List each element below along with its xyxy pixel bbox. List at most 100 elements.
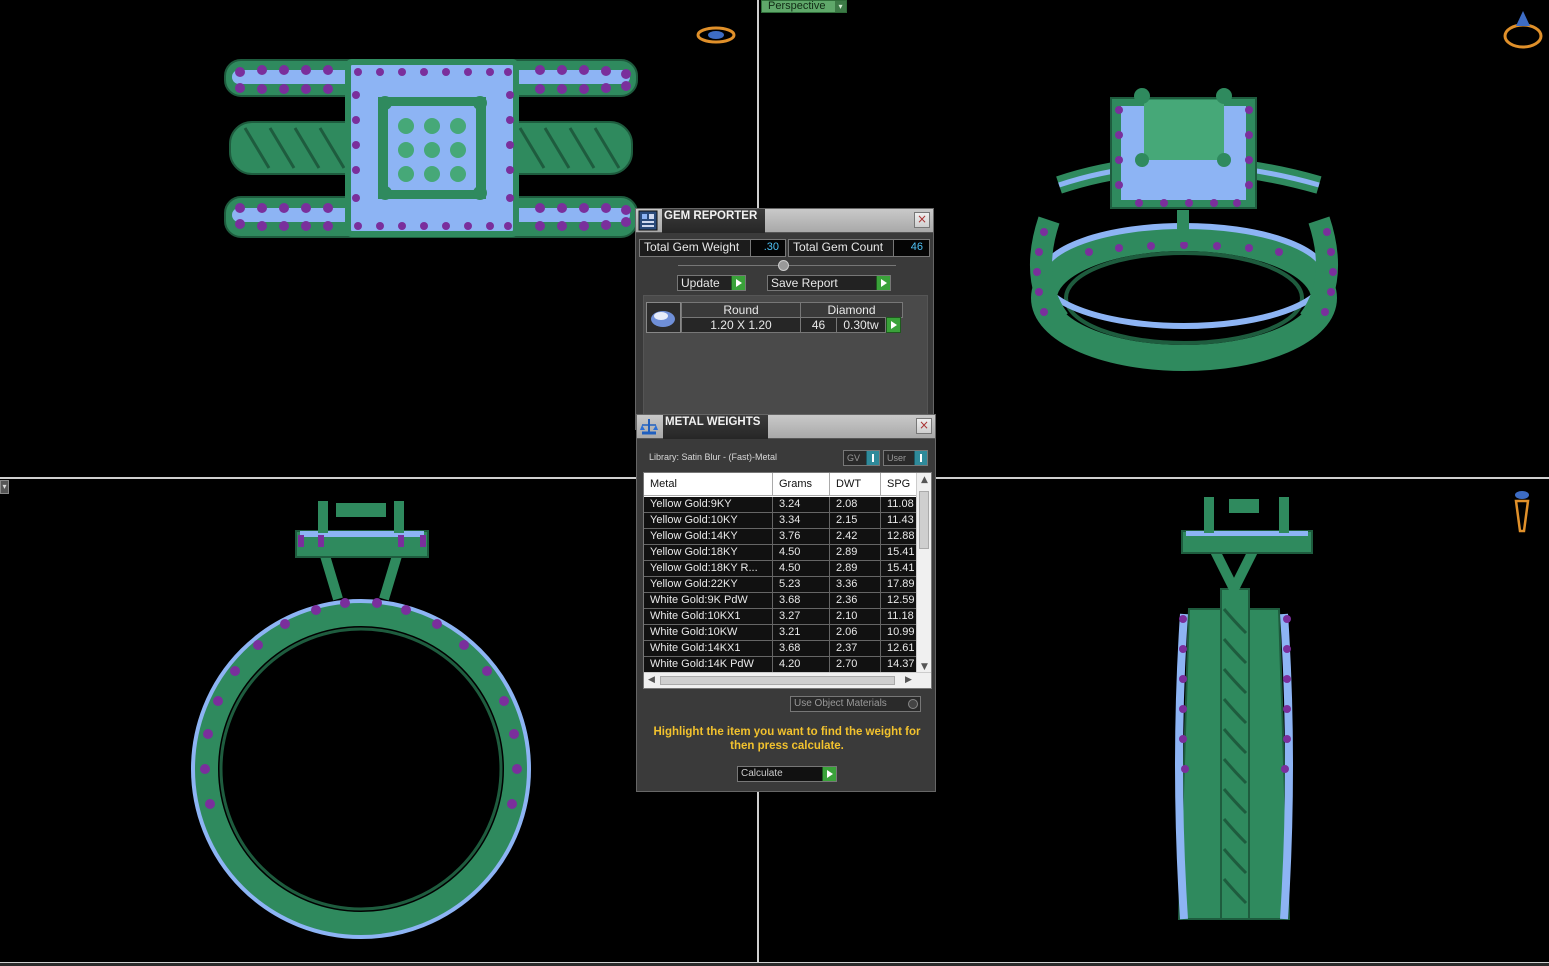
grams-value: 3.34 [773, 513, 830, 529]
grams-value: 3.68 [773, 593, 830, 609]
dwt-value: 2.37 [830, 641, 881, 657]
perspective-viewport-menu[interactable]: Perspective ▾ [761, 0, 847, 13]
metal-name: Yellow Gold:10KY [644, 513, 773, 529]
column-header-metal[interactable]: Metal [644, 473, 773, 496]
gem-list: Round Diamond 1.20 X 1.20 46 0.30tw [643, 295, 928, 425]
metal-name: White Gold:14K PdW [644, 657, 773, 673]
scroll-right-icon[interactable]: ▶ [901, 673, 916, 688]
total-gem-count-value: 46 [893, 239, 930, 257]
user-toggle[interactable]: User [883, 450, 928, 466]
calculate-button[interactable]: Calculate [737, 766, 837, 782]
close-icon[interactable]: × [916, 418, 932, 434]
metal-name: Yellow Gold:18KY [644, 545, 773, 561]
metal-weights-panel: METAL WEIGHTS × Library: Satin Blur - (F… [636, 414, 936, 792]
save-report-label: Save Report [771, 276, 838, 290]
dwt-value: 2.89 [830, 545, 881, 561]
ring-nav-icon[interactable] [1512, 487, 1532, 543]
scroll-thumb[interactable] [660, 676, 895, 685]
metal-name: White Gold:14KX1 [644, 641, 773, 657]
close-icon[interactable]: × [914, 212, 930, 228]
spg-value: 15.41 [881, 545, 917, 561]
grams-value: 4.20 [773, 657, 830, 673]
table-row[interactable]: White Gold:14KX1 3.68 2.37 12.61 [644, 641, 917, 657]
scale-icon [640, 419, 658, 435]
metal-weights-titlebar[interactable]: METAL WEIGHTS × [637, 415, 935, 439]
ring-nav-icon[interactable] [1502, 8, 1544, 50]
gem-size: 1.20 X 1.20 [681, 317, 801, 333]
spg-value: 11.43 [881, 513, 917, 529]
user-label: User [887, 453, 907, 463]
radio-icon[interactable] [908, 699, 918, 709]
splitter-handle[interactable] [778, 260, 789, 271]
dwt-value: 2.10 [830, 609, 881, 625]
table-row[interactable]: Yellow Gold:18KY 4.50 2.89 15.41 [644, 545, 917, 561]
instruction-text: Highlight the item you want to find the … [653, 726, 921, 752]
gv-toggle[interactable]: GV [843, 450, 880, 466]
table-row[interactable]: White Gold:10KW 3.21 2.06 10.99 [644, 625, 917, 641]
column-header-spg[interactable]: SPG [881, 473, 917, 496]
gem-count: 46 [800, 317, 837, 333]
total-gem-weight-value: .30 [750, 239, 786, 257]
vertical-scrollbar[interactable]: ▲ ▼ [916, 473, 931, 674]
use-object-materials-toggle[interactable]: Use Object Materials [790, 696, 921, 712]
spg-value: 12.61 [881, 641, 917, 657]
metal-name: Yellow Gold:22KY [644, 577, 773, 593]
table-row[interactable]: Yellow Gold:22KY 5.23 3.36 17.89 [644, 577, 917, 593]
gem-reporter-titlebar[interactable]: GEM REPORTER × [636, 209, 933, 233]
table-row[interactable]: Yellow Gold:14KY 3.76 2.42 12.88 [644, 529, 917, 545]
table-row[interactable]: White Gold:10KX1 3.27 2.10 11.18 [644, 609, 917, 625]
use-object-materials-label: Use Object Materials [794, 698, 887, 709]
metal-name: White Gold:10KW [644, 625, 773, 641]
ring-nav-icon[interactable] [695, 24, 737, 46]
gem-material: Diamond [800, 302, 903, 318]
column-header-grams[interactable]: Grams [773, 473, 830, 496]
viewport-menu-arrow-icon[interactable]: ▾ [0, 480, 9, 494]
gem-weight: 0.30tw [836, 317, 886, 333]
dwt-value: 3.36 [830, 577, 881, 593]
spg-value: 14.37 [881, 657, 917, 673]
gv-label: GV [847, 453, 861, 463]
metal-name: Yellow Gold:9KY [644, 497, 773, 513]
scroll-up-icon[interactable]: ▲ [917, 473, 931, 487]
dwt-value: 2.36 [830, 593, 881, 609]
grams-value: 3.21 [773, 625, 830, 641]
info-icon [866, 451, 879, 465]
dwt-value: 2.70 [830, 657, 881, 673]
horizontal-scrollbar[interactable]: ◀ ▶ [644, 672, 931, 688]
total-gem-weight-label: Total Gem Weight [639, 239, 751, 257]
gem-thumbnail[interactable] [646, 302, 681, 333]
grams-value: 5.23 [773, 577, 830, 593]
gem-reporter-title: GEM REPORTER [662, 209, 766, 233]
calculate-label: Calculate [741, 768, 783, 779]
grams-value: 3.68 [773, 641, 830, 657]
save-report-button[interactable]: Save Report [767, 275, 891, 291]
chevron-down-icon[interactable]: ▾ [835, 1, 846, 12]
play-icon [822, 767, 836, 781]
select-gem-button[interactable] [886, 317, 901, 333]
metal-name: Yellow Gold:18KY R... [644, 561, 773, 577]
scroll-left-icon[interactable]: ◀ [644, 673, 659, 688]
column-header-dwt[interactable]: DWT [830, 473, 881, 496]
spg-value: 12.88 [881, 529, 917, 545]
table-row[interactable]: White Gold:14K PdW 4.20 2.70 14.37 [644, 657, 917, 673]
spg-value: 12.59 [881, 593, 917, 609]
spg-value: 17.89 [881, 577, 917, 593]
table-row[interactable]: Yellow Gold:18KY R... 4.50 2.89 15.41 [644, 561, 917, 577]
dwt-value: 2.06 [830, 625, 881, 641]
table-row[interactable]: Yellow Gold:9KY 3.24 2.08 11.08 [644, 497, 917, 513]
total-gem-count-label: Total Gem Count [788, 239, 894, 257]
spg-value: 10.99 [881, 625, 917, 641]
metal-table-header: Metal Grams DWT SPG [644, 473, 917, 496]
update-button[interactable]: Update [677, 275, 746, 291]
table-row[interactable]: Yellow Gold:10KY 3.34 2.15 11.43 [644, 513, 917, 529]
grams-value: 3.27 [773, 609, 830, 625]
metal-weights-title: METAL WEIGHTS [663, 415, 769, 439]
scroll-thumb[interactable] [919, 491, 929, 549]
dwt-value: 2.08 [830, 497, 881, 513]
metal-name: White Gold:9K PdW [644, 593, 773, 609]
grams-value: 3.24 [773, 497, 830, 513]
play-icon [731, 276, 745, 290]
spg-value: 15.41 [881, 561, 917, 577]
table-row[interactable]: White Gold:9K PdW 3.68 2.36 12.59 [644, 593, 917, 609]
metal-name: Yellow Gold:14KY [644, 529, 773, 545]
